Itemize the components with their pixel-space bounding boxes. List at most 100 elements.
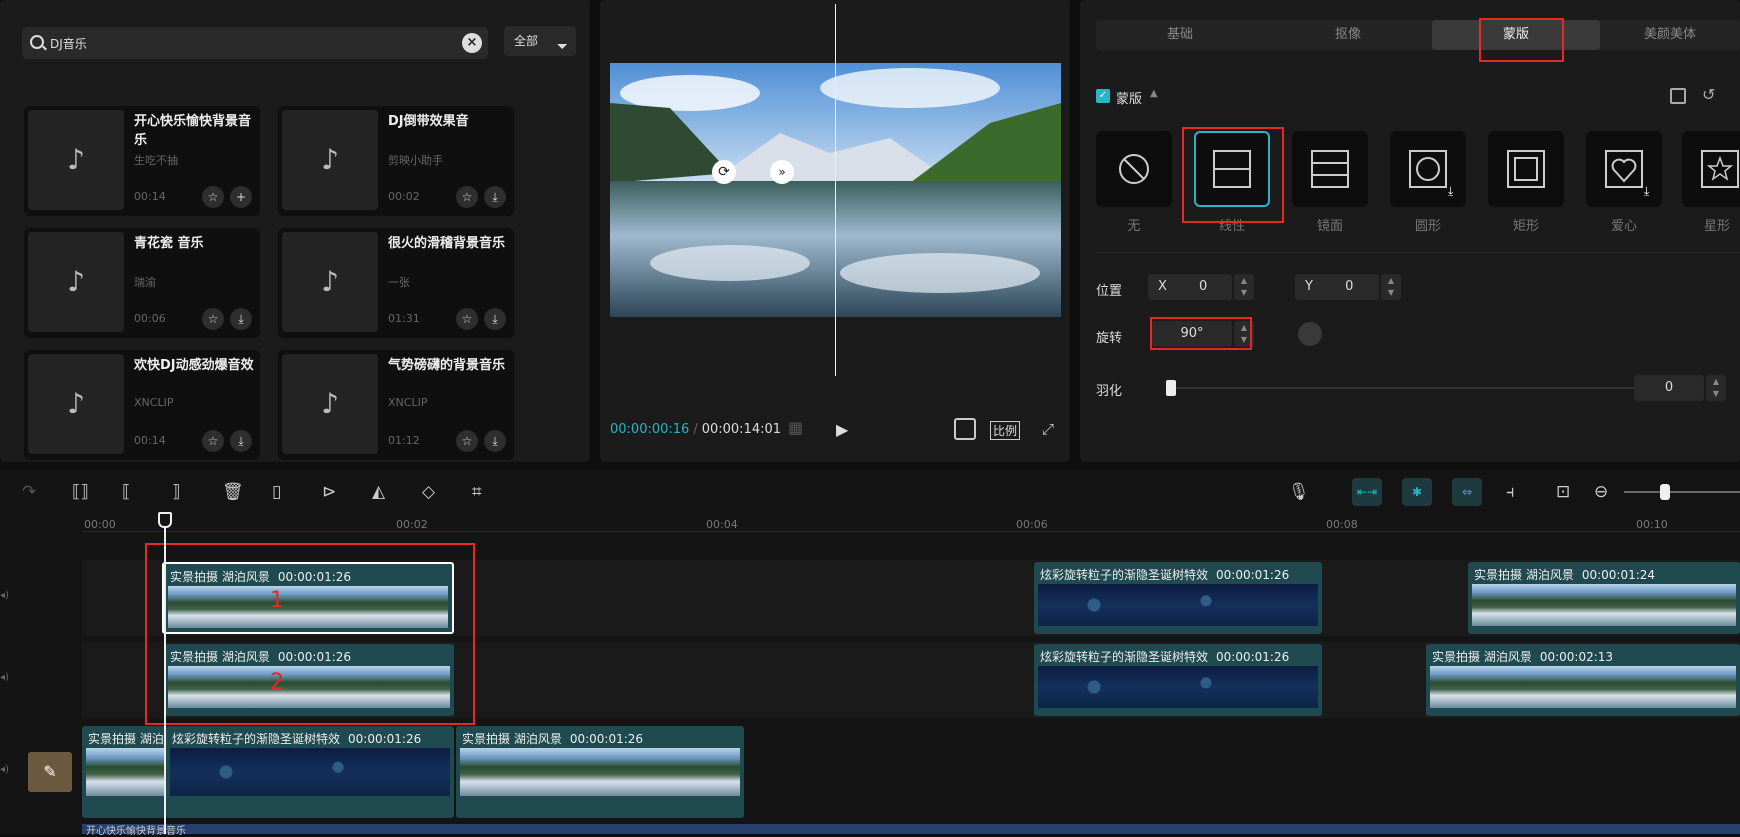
link-icon[interactable]: ⇔	[1452, 478, 1482, 506]
play-icon[interactable]: ▶	[836, 420, 848, 439]
music-note-icon: ♪	[282, 354, 378, 454]
ruler-tick: 00:00	[84, 518, 116, 531]
track-audio-icon[interactable]: ◂)	[0, 672, 9, 683]
music-title: 青花瓷 音乐	[134, 236, 204, 251]
zoom-out-icon[interactable]: ⊖	[1594, 482, 1608, 502]
zoom-slider-handle[interactable]	[1660, 484, 1670, 500]
timeline-clip[interactable]: 实景拍摄 湖泊风景 00:00:01:24	[1468, 562, 1740, 634]
tab-cutout[interactable]: 抠像	[1264, 20, 1432, 50]
favorite-star-icon[interactable]: ☆	[456, 430, 478, 452]
music-card[interactable]: ♪ 青花瓷 音乐 瑞渝 00:06 ☆ ⤓	[24, 228, 260, 338]
preview-axis-icon[interactable]: ⊡	[1556, 482, 1570, 502]
mirror-icon[interactable]: ◭	[372, 482, 385, 502]
split-icon[interactable]: ⟦⟧	[72, 482, 89, 502]
ratio-button[interactable]: 比例	[990, 421, 1021, 440]
zoom-preview-icon[interactable]	[954, 418, 976, 440]
shape-heart[interactable]: ⤓	[1586, 131, 1662, 207]
keyframe-icon[interactable]	[1670, 88, 1686, 104]
shape-rectangle[interactable]	[1488, 131, 1564, 207]
fullscreen-icon[interactable]: ⤢	[1042, 420, 1054, 438]
filter-icon: ⏷	[556, 39, 568, 55]
favorite-star-icon[interactable]: ☆	[202, 430, 224, 452]
add-plus-icon[interactable]: +	[230, 186, 252, 208]
redo-icon[interactable]: ↷	[22, 482, 36, 502]
timeline-clip[interactable]: 实景拍摄 湖泊风景 00:00:02:13	[1426, 644, 1740, 716]
rotation-dial[interactable]	[1298, 322, 1322, 346]
music-note-icon: ♪	[28, 354, 124, 454]
microphone-icon[interactable]: 🎙	[1288, 482, 1310, 502]
shape-none[interactable]	[1096, 131, 1172, 207]
grid-icon[interactable]: ▦	[788, 418, 814, 440]
music-duration: 01:12	[388, 434, 420, 447]
ruler-tick: 00:06	[1016, 518, 1048, 531]
favorite-star-icon[interactable]: ☆	[456, 308, 478, 330]
clear-search-icon[interactable]: ×	[462, 33, 482, 53]
download-icon[interactable]: ⤓	[484, 186, 506, 208]
position-y-field[interactable]: Y 0	[1295, 274, 1379, 300]
shape-circle[interactable]: ⤓	[1390, 131, 1466, 207]
timeline-clip[interactable]: 实景拍摄 湖泊风景	[82, 726, 168, 818]
cover-edit-icon[interactable]: ✎	[28, 752, 72, 792]
crop-icon[interactable]: ⌗	[472, 482, 482, 502]
track-audio-icon[interactable]: ◂)	[0, 590, 9, 601]
clip-title: 实景拍摄 湖泊风景	[1474, 568, 1574, 582]
collapse-arrow-icon[interactable]: ▲	[1150, 88, 1158, 99]
track-audio-icon[interactable]: ◂)	[0, 764, 9, 775]
clip-duration: 00:00:01:26	[569, 732, 644, 746]
search-box: ×	[22, 27, 488, 59]
timeline-clip[interactable]: 炫彩旋转粒子的渐隐圣诞树特效 00:00:01:26	[166, 726, 454, 818]
magnet-icon[interactable]: ⇤⇥	[1352, 478, 1382, 506]
playhead[interactable]	[164, 518, 166, 834]
rotate-handle-icon[interactable]: ⟳	[712, 160, 736, 184]
feather-field[interactable]: 0	[1634, 375, 1704, 401]
mask-line[interactable]	[835, 4, 836, 376]
download-icon[interactable]: ⤓	[484, 430, 506, 452]
timeline-clip[interactable]: 实景拍摄 湖泊风景 00:00:01:26	[456, 726, 744, 818]
download-icon[interactable]: ⤓	[484, 308, 506, 330]
time-ruler[interactable]	[82, 512, 1740, 532]
feather-slider-handle[interactable]	[1166, 380, 1176, 396]
y-value: 0	[1345, 279, 1354, 294]
rotate-icon[interactable]: ◇	[422, 482, 435, 502]
trim-right-icon[interactable]: ⟧	[172, 482, 180, 502]
delete-icon[interactable]: 🗑	[222, 482, 244, 502]
feather-slider-track[interactable]	[1168, 387, 1690, 389]
clip-thumbnails	[170, 748, 450, 796]
audio-clip[interactable]: 开心快乐愉快背景音乐	[82, 824, 1740, 837]
speed-icon[interactable]: ⊳	[322, 482, 336, 502]
svg-text:⤓: ⤓	[1644, 184, 1650, 198]
feather-stepper[interactable]: ▲ ▼	[1706, 375, 1726, 401]
timeline-clip[interactable]: 炫彩旋转粒子的渐隐圣诞树特效 00:00:01:26	[1034, 562, 1322, 634]
download-icon[interactable]: ⤓	[230, 430, 252, 452]
shape-mirror[interactable]	[1292, 131, 1368, 207]
position-x-field[interactable]: X 0	[1148, 274, 1232, 300]
zoom-slider-track[interactable]	[1624, 491, 1740, 493]
music-card[interactable]: ♪ 开心快乐愉快背景音乐 生吃不抽 00:14 ☆ +	[24, 106, 260, 216]
music-note-icon: ♪	[282, 232, 378, 332]
y-stepper[interactable]: ▲ ▼	[1381, 274, 1401, 300]
favorite-star-icon[interactable]: ☆	[202, 308, 224, 330]
snap-icon[interactable]: ✱	[1402, 478, 1432, 506]
trim-left-icon[interactable]: ⟦	[122, 482, 130, 502]
x-stepper[interactable]: ▲ ▼	[1234, 274, 1254, 300]
playhead-handle[interactable]	[158, 512, 172, 528]
music-card[interactable]: ♪ DJ倒带效果音 剪映小助手 00:02 ☆ ⤓	[278, 106, 514, 216]
filter-button[interactable]: 全部 ⏷	[504, 26, 576, 56]
freeze-icon[interactable]: ▯	[272, 482, 281, 502]
music-card[interactable]: ♪ 很火的滑稽背景音乐 一张 01:31 ☆ ⤓	[278, 228, 514, 338]
favorite-star-icon[interactable]: ☆	[202, 186, 224, 208]
shape-star[interactable]	[1682, 131, 1740, 207]
split-preview-icon[interactable]: ⫞	[1506, 482, 1515, 502]
tab-beauty[interactable]: 美颜美体	[1600, 20, 1740, 50]
music-card[interactable]: ♪ 气势磅礴的背景音乐 XNCLIP 01:12 ☆ ⤓	[278, 350, 514, 460]
music-card[interactable]: ♪ 欢快DJ动感劲爆音效 XNCLIP 00:14 ☆ ⤓	[24, 350, 260, 460]
favorite-star-icon[interactable]: ☆	[456, 186, 478, 208]
timeline-clip[interactable]: 炫彩旋转粒子的渐隐圣诞树特效 00:00:01:26	[1034, 644, 1322, 716]
search-input[interactable]	[50, 32, 450, 54]
clip-duration: 00:00:01:24	[1581, 568, 1656, 582]
mask-checkbox[interactable]: ✓	[1096, 89, 1110, 103]
reset-icon[interactable]: ↺	[1702, 85, 1715, 104]
download-icon[interactable]: ⤓	[230, 308, 252, 330]
feather-handle-icon[interactable]: »	[770, 160, 794, 184]
tab-basic[interactable]: 基础	[1096, 20, 1264, 50]
